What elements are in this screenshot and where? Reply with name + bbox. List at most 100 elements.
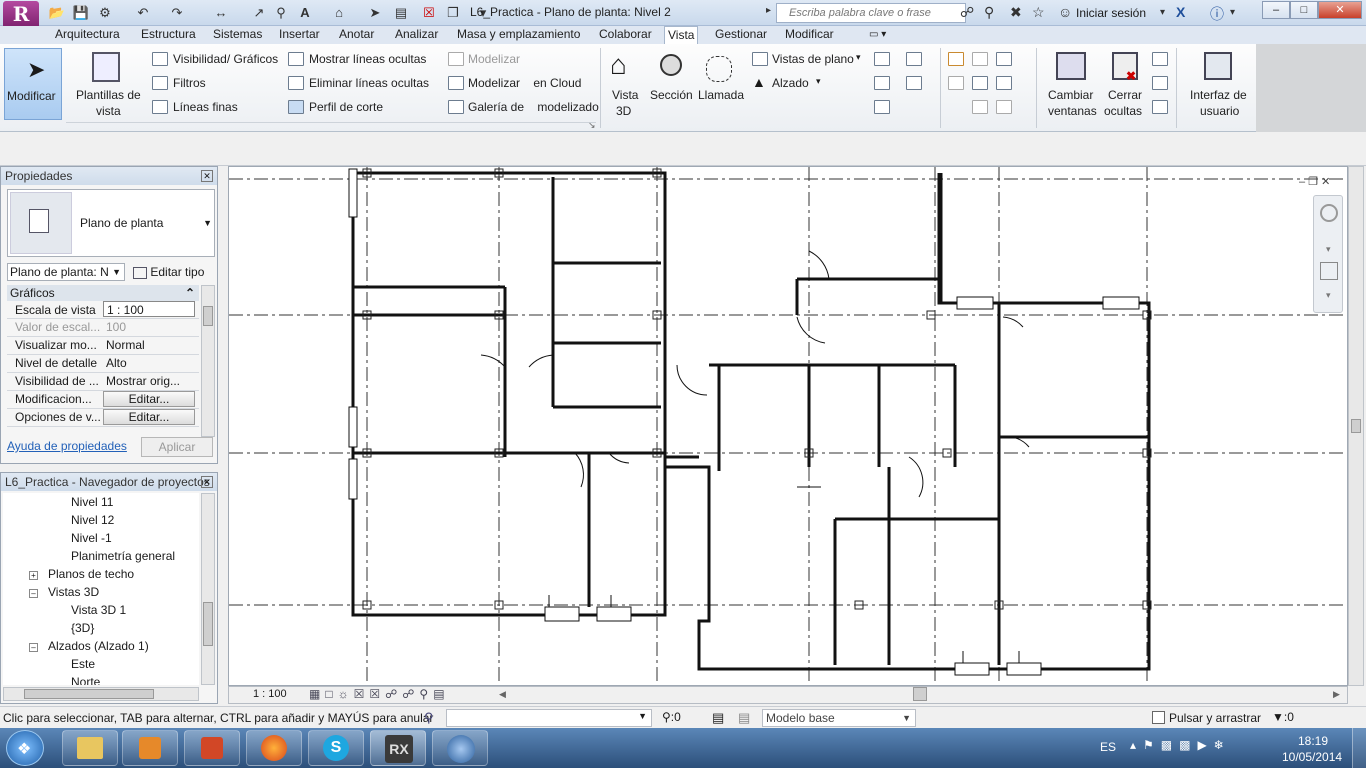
callout-button[interactable]: Llamada [696,48,746,122]
visibility-graphics-button[interactable]: Visibilidad/ Gráficos [173,52,278,66]
tab-analizar[interactable]: Analizar [392,26,441,44]
prop-value[interactable]: Alto [103,355,195,372]
signin-button[interactable]: Iniciar sesión [1076,6,1146,20]
thin-lines-button[interactable]: Líneas finas [173,100,238,114]
drawing-canvas[interactable]: – ❐ ✕ ▾ ▾ [228,166,1348,686]
taskbar-thunderbird[interactable] [432,730,488,766]
redo-icon[interactable]: ↷ [168,4,186,22]
group-header-graficos[interactable]: Gráficos ⌃ [7,285,199,301]
editable-only-icon[interactable]: ▤ [712,710,724,726]
tree-item[interactable]: {3D} [3,619,199,637]
help-icon[interactable]: ⓘ [1210,4,1224,24]
tab-masa[interactable]: Masa y emplazamiento [454,26,583,44]
taskbar-revit[interactable]: RX [370,730,426,766]
expand-arrow-icon[interactable]: ▸ [766,5,771,16]
tab-insertar[interactable]: Insertar [276,26,323,44]
type-selector[interactable]: Plano de planta ▼ [7,189,215,257]
worksharing-icon[interactable]: ⚲ [424,710,434,726]
view-restore-icon[interactable]: – ❐ ✕ [1299,175,1330,188]
scroll-left-icon[interactable]: ◀ [499,689,506,700]
guide-grid-icon[interactable] [906,76,922,90]
type-dropdown-icon[interactable]: ▼ [203,218,212,228]
thin-lines-icon[interactable]: ▤ [392,4,410,22]
open-icon[interactable]: 📂 [48,4,66,22]
clock-time[interactable]: 18:19 [1298,734,1328,748]
edit-type-button[interactable]: Editar tipo [133,263,204,281]
prop-value-input[interactable]: 1 : 100 [103,301,195,317]
taskbar-explorer[interactable] [62,730,118,766]
scope-box-icon[interactable] [874,76,890,90]
taskbar-office[interactable] [184,730,240,766]
chevron-down-icon[interactable]: ▾ [1326,290,1331,301]
plan-views-button[interactable]: Vistas de plano [772,52,854,66]
scroll-thumb[interactable] [1351,419,1361,433]
render-gallery-button[interactable]: Galería de modelizado [468,100,599,114]
prop-value[interactable]: Mostrar orig... [103,373,195,390]
schedules-icon[interactable] [874,52,890,66]
tab-estructura[interactable]: Estructura [138,26,199,44]
taskbar-media[interactable] [122,730,178,766]
cut-profile-button[interactable]: Perfil de corte [309,100,383,114]
favorites-icon[interactable]: ☆ [1032,4,1045,21]
press-drag-checkbox[interactable] [1152,711,1165,724]
subscription-icon[interactable]: ⚲ [984,4,994,21]
view-templates-button[interactable]: Plantillas de vista [72,48,144,122]
expand-icon[interactable]: + [29,571,38,580]
design-options-icon[interactable]: ▤ [738,710,750,726]
undo-icon[interactable]: ↶ [134,4,152,22]
tree-item[interactable]: – Vistas 3D [3,583,199,601]
tray-icons[interactable]: ▴⚑▩▩▶❄ [1130,738,1231,752]
collapse-icon[interactable]: – [29,589,38,598]
scroll-right-icon[interactable]: ▶ [1333,689,1340,700]
view-scale-button[interactable]: 1 : 100 [253,688,287,700]
canvas-vscrollbar[interactable] [1348,166,1364,686]
taskbar-firefox[interactable] [246,730,302,766]
section-button[interactable]: Sección [648,48,696,122]
3d-view-icon[interactable]: ⌂ [330,4,348,22]
tree-item[interactable]: Vista 3D 1 [3,601,199,619]
language-indicator[interactable]: ES [1100,740,1116,754]
communication-icon[interactable]: ✖ [1010,4,1022,21]
tree-item[interactable]: Nivel 12 [3,511,199,529]
tab-modificar[interactable]: Modificar [782,26,837,44]
plan-views-dropdown-icon[interactable]: ▾ [856,52,861,63]
taskbar-skype[interactable]: S [308,730,364,766]
instance-filter-select[interactable]: Plano de planta: N ▼ [7,263,125,281]
tile-icon[interactable] [1152,100,1168,114]
close-icon[interactable]: ✕ [201,476,213,488]
replicate-icon[interactable] [1152,52,1168,66]
hscroll-thumb[interactable] [913,687,927,701]
elevation-dropdown-icon[interactable]: ▾ [816,76,821,87]
zoom-icon[interactable] [1320,262,1338,280]
edit-button[interactable]: Editar... [103,409,195,425]
save-icon[interactable]: 💾 [72,4,90,22]
dimension-icon[interactable]: ↗ [250,4,268,22]
tree-item[interactable]: – Alzados (Alzado 1) [3,637,199,655]
floor-plan-drawing[interactable] [229,167,1348,686]
user-interface-button[interactable]: Interfaz de usuario [1186,48,1254,122]
tab-gestionar[interactable]: Gestionar [712,26,770,44]
browser-scrollbar[interactable] [201,493,215,685]
switch-windows-button[interactable]: Cambiar ventanas [1044,48,1098,122]
steering-wheel-icon[interactable] [1320,204,1338,222]
tree-item[interactable]: Nivel 11 [3,493,199,511]
tree-item[interactable]: Norte [3,673,199,685]
sync-icon[interactable]: ⚙ [96,4,114,22]
tab-arquitectura[interactable]: Arquitectura [52,26,123,44]
tree-item[interactable]: + Planos de techo [3,565,199,583]
collapse-icon[interactable]: ⌃ [185,285,195,301]
user-icon[interactable]: ☺ [1058,4,1072,20]
show-hidden-lines-button[interactable]: Mostrar líneas ocultas [309,52,426,66]
view-controls-icons[interactable]: ▦□☼☒☒☍☍⚲▤ [309,687,450,701]
view-reference-icon[interactable] [996,76,1012,90]
cloud-render-button[interactable]: Modelizar en Cloud [468,76,581,90]
cascade-icon[interactable] [1152,76,1168,90]
workset-select[interactable]: ▼ [446,709,652,727]
tab-anotar[interactable]: Anotar [336,26,377,44]
ribbon-minimize-icon[interactable]: ▭ ▾ [866,26,889,44]
scroll-thumb[interactable] [203,602,213,646]
show-desktop-button[interactable] [1352,728,1366,768]
modify-button[interactable]: ➤ Modificar [4,48,62,120]
tab-vista[interactable]: Vista [664,26,699,44]
filter-status[interactable]: ▼:0 [1272,710,1294,724]
